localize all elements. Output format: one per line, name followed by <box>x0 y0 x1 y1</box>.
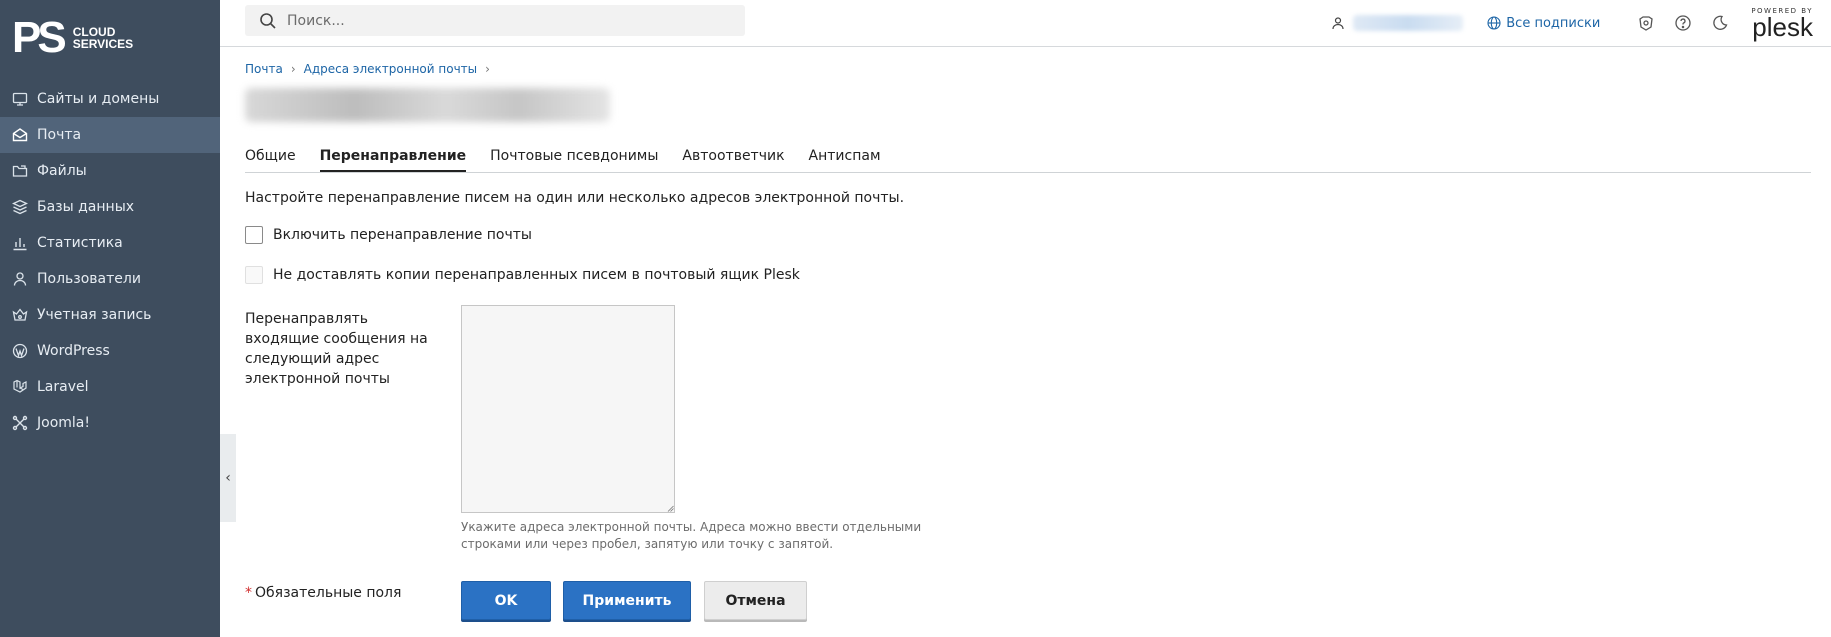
sidebar-item-mail[interactable]: Почта <box>0 117 220 153</box>
no-copies-checkbox[interactable] <box>245 266 263 284</box>
no-copies-row: Не доставлять копии перенаправленных пис… <box>245 266 800 284</box>
breadcrumb: Почта › Адреса электронной почты › <box>245 62 498 76</box>
sidebar-item-users[interactable]: Пользователи <box>0 261 220 297</box>
subscriptions-selector[interactable]: Все подписки <box>1487 16 1600 31</box>
sidebar-item-label: Учетная запись <box>37 307 152 323</box>
enable-forwarding-checkbox[interactable] <box>245 226 263 244</box>
required-fields-label: Обязательные поля <box>255 585 402 601</box>
bar-chart-icon <box>12 235 28 251</box>
sidebar-item-label: Базы данных <box>37 199 135 215</box>
mail-icon <box>12 127 28 143</box>
page-title-redacted <box>245 88 610 122</box>
search-icon <box>260 12 276 29</box>
sidebar-item-wordpress[interactable]: WordPress <box>0 333 220 369</box>
globe-icon <box>1487 16 1501 30</box>
enable-forwarding-label: Включить перенаправление почты <box>273 227 532 243</box>
help-icon[interactable] <box>1674 14 1692 32</box>
breadcrumb-email-addresses-link[interactable]: Адреса электронной почты <box>304 62 478 76</box>
no-copies-label: Не доставлять копии перенаправленных пис… <box>273 267 800 283</box>
tab-antispam[interactable]: Антиспам <box>809 148 881 172</box>
sidebar-item-websites[interactable]: Сайты и домены <box>0 81 220 117</box>
brand-line-2: SERVICES <box>72 37 134 51</box>
search-input[interactable] <box>285 11 729 30</box>
breadcrumb-separator: › <box>290 62 296 76</box>
sidebar-item-laravel[interactable]: Laravel <box>0 369 220 405</box>
apply-button[interactable]: Применить <box>563 581 691 620</box>
sidebar-nav: Сайты и домены Почта Файлы Базы данных С… <box>0 81 220 441</box>
forward-to-hint: Укажите адреса электронной почты. Адреса… <box>461 520 922 551</box>
dark-mode-moon-icon[interactable] <box>1711 14 1729 32</box>
user-name-redacted[interactable] <box>1353 15 1464 31</box>
sidebar-item-joomla[interactable]: Joomla! <box>0 405 220 441</box>
sidebar-item-label: Joomla! <box>37 415 90 431</box>
laravel-icon <box>12 379 28 395</box>
sidebar-item-label: Файлы <box>37 163 87 179</box>
breadcrumb-mail-link[interactable]: Почта <box>245 62 283 76</box>
forwarding-description: Настройте перенаправление писем на один … <box>245 190 905 206</box>
sidebar-item-label: Laravel <box>37 379 89 395</box>
sidebar-item-files[interactable]: Файлы <box>0 153 220 189</box>
sidebar-item-label: Почта <box>37 127 82 143</box>
required-fields-note: * Обязательные поля <box>245 585 401 601</box>
user-icon <box>12 271 28 287</box>
breadcrumb-separator: › <box>485 62 490 76</box>
sidebar-item-statistics[interactable]: Статистика <box>0 225 220 261</box>
search-bar[interactable] <box>245 5 745 36</box>
shield-badge-icon[interactable] <box>1637 14 1655 32</box>
cancel-button[interactable]: Отмена <box>704 581 807 620</box>
wordpress-icon <box>12 343 28 359</box>
required-star: * <box>245 585 252 601</box>
sidebar-item-label: Пользователи <box>37 271 141 287</box>
tab-general[interactable]: Общие <box>245 148 296 172</box>
chevron-left-icon: ‹ <box>225 470 231 486</box>
ok-button[interactable]: OK <box>461 581 551 620</box>
enable-forwarding-row[interactable]: Включить перенаправление почты <box>245 226 532 244</box>
top-header: Все подписки POWERED BY plesk <box>220 0 1831 47</box>
sidebar-item-databases[interactable]: Базы данных <box>0 189 220 225</box>
brand-mark: PS <box>12 13 67 62</box>
tab-autoresponder[interactable]: Автоответчик <box>682 148 784 172</box>
sidebar-collapse-handle[interactable]: ‹ <box>220 434 236 522</box>
tab-forwarding[interactable]: Перенаправление <box>319 148 467 172</box>
monitor-icon <box>12 91 28 107</box>
forward-to-label: Перенаправлять входящие сообщения на сле… <box>245 311 428 387</box>
header-right: Все подписки POWERED BY plesk <box>1331 0 1813 46</box>
forward-to-textarea[interactable] <box>461 305 675 513</box>
brand-logo[interactable]: PS CLOUD SERVICES <box>12 13 133 62</box>
folder-icon <box>12 163 28 179</box>
user-profile-icon[interactable] <box>1331 16 1345 30</box>
brand-text: CLOUD SERVICES <box>73 26 133 50</box>
plesk-wordmark: plesk <box>1752 12 1813 42</box>
sidebar: PS CLOUD SERVICES Сайты и домены Почта Ф… <box>0 0 220 637</box>
resize-grip-icon[interactable] <box>667 505 674 512</box>
joomla-icon <box>12 415 28 431</box>
sidebar-item-account[interactable]: Учетная запись <box>0 297 220 333</box>
tab-bar: Общие Перенаправление Почтовые псевдоним… <box>245 148 1811 173</box>
subscriptions-label: Все подписки <box>1506 15 1601 31</box>
sidebar-item-label: Сайты и домены <box>37 91 160 107</box>
account-icon <box>12 307 28 323</box>
plesk-logo[interactable]: POWERED BY plesk <box>1751 7 1813 42</box>
tab-mail-aliases[interactable]: Почтовые псевдонимы <box>490 148 658 172</box>
sidebar-item-label: WordPress <box>37 343 110 359</box>
sidebar-item-label: Статистика <box>37 235 123 251</box>
database-layers-icon <box>12 199 28 215</box>
